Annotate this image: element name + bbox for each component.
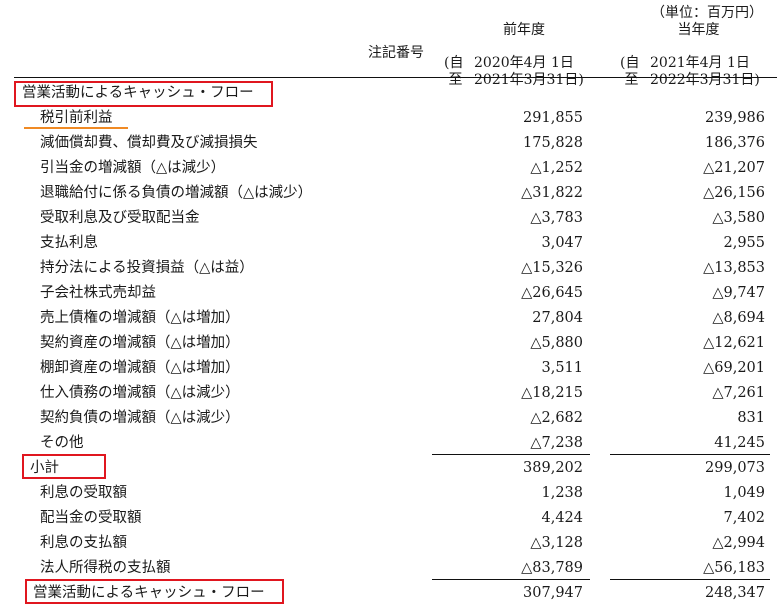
prior-year-value: △83,789 <box>521 560 583 576</box>
prior-year-value: 3,511 <box>541 360 583 376</box>
prior-year-title: 前年度 <box>503 22 545 38</box>
row-label: 棚卸資産の増減額（△は増加） <box>40 360 240 376</box>
prior-year-value: △18,215 <box>521 385 583 401</box>
row-label: 引当金の増減額（△は減少） <box>40 160 226 176</box>
current-year-value: 186,376 <box>705 135 765 151</box>
prior-year-value: 3,047 <box>541 235 583 251</box>
current-year-value: △26,156 <box>703 185 765 201</box>
prior-year-value: 389,202 <box>523 460 583 476</box>
table-row: 持分法による投資損益（△は益） △15,326 △13,853 <box>0 256 777 281</box>
pretax-profit-underline <box>24 127 128 129</box>
row-label: 売上債権の増減額（△は増加） <box>40 310 240 326</box>
current-year-value: △7,261 <box>712 385 765 401</box>
prior-year-value: △31,822 <box>521 185 583 201</box>
subtotal-highlight <box>22 454 106 479</box>
table-row: 引当金の増減額（△は減少） △1,252 △21,207 <box>0 156 777 181</box>
prior-year-value: 291,855 <box>523 110 583 126</box>
current-open: (自 <box>620 54 640 71</box>
row-label: 受取利息及び受取配当金 <box>40 210 200 226</box>
table-row: 利息の受取額 1,238 1,049 <box>0 481 777 506</box>
current-year-value: 2,955 <box>723 235 765 251</box>
current-year-value: △9,747 <box>712 285 765 301</box>
table-row: 減価償却費、償却費及び減損損失 175,828 186,376 <box>0 131 777 156</box>
prior-year-value: 175,828 <box>523 135 583 151</box>
prior-year-value: 27,804 <box>532 310 583 326</box>
prior-year-header: 前年度 (自 至 2020年4月 1日 2021年3月31日) <box>444 22 604 88</box>
prior-open: (自 <box>444 54 464 71</box>
row-label: 支払利息 <box>40 235 98 251</box>
table-row: 小計 389,202 299,073 <box>0 456 777 481</box>
table-row: 仕入債務の増減額（△は減少） △18,215 △7,261 <box>0 381 777 406</box>
row-label: 退職給付に係る負債の増減額（△は減少） <box>40 185 313 201</box>
table-row: 子会社株式売却益 △26,645 △9,747 <box>0 281 777 306</box>
table-row: 配当金の受取額 4,424 7,402 <box>0 506 777 531</box>
table-row: 契約資産の増減額（△は増加） △5,880 △12,621 <box>0 331 777 356</box>
prior-year-value: △2,682 <box>530 410 583 426</box>
current-year-value: △12,621 <box>703 335 765 351</box>
current-year-value: 7,402 <box>723 510 765 526</box>
row-label: 子会社株式売却益 <box>40 285 156 301</box>
current-year-value: 239,986 <box>705 110 765 126</box>
current-year-value: 299,073 <box>705 460 765 476</box>
prior-year-value: △1,252 <box>530 160 583 176</box>
row-label: 仕入債務の増減額（△は減少） <box>40 385 240 401</box>
prior-year-value: 4,424 <box>541 510 583 526</box>
current-year-value: △69,201 <box>703 360 765 376</box>
table-row: 契約負債の増減額（△は減少） △2,682 831 <box>0 406 777 431</box>
row-label: 契約負債の増減額（△は減少） <box>40 410 240 426</box>
header-rule <box>14 77 777 78</box>
row-label: 利息の支払額 <box>40 535 127 551</box>
section-title-highlight <box>14 81 273 107</box>
table-row: 売上債権の増減額（△は増加） 27,804 △8,694 <box>0 306 777 331</box>
table-row: 法人所得税の支払額 △83,789 △56,183 <box>0 556 777 581</box>
prior-year-value: △26,645 <box>521 285 583 301</box>
row-label: 持分法による投資損益（△は益） <box>40 260 254 276</box>
row-label: 配当金の受取額 <box>40 510 142 526</box>
prior-year-value: △3,783 <box>530 210 583 226</box>
current-year-value: 1,049 <box>723 485 765 501</box>
row-label: 減価償却費、償却費及び減損損失 <box>40 135 258 151</box>
note-number-header: 注記番号 <box>368 45 424 61</box>
row-label: 契約資産の増減額（△は増加） <box>40 335 240 351</box>
operating-cf-highlight <box>25 579 284 604</box>
current-year-value: △13,853 <box>703 260 765 276</box>
current-subtotal-rule <box>610 454 770 455</box>
current-year-value: △2,994 <box>712 535 765 551</box>
prior-year-value: △15,326 <box>521 260 583 276</box>
table-row: 棚卸資産の増減額（△は増加） 3,511 △69,201 <box>0 356 777 381</box>
current-year-title: 当年度 <box>677 22 720 38</box>
current-from: 2021年4月 1日 <box>650 54 750 71</box>
prior-year-value: △3,128 <box>530 535 583 551</box>
table-row: 支払利息 3,047 2,955 <box>0 231 777 256</box>
table-row: 利息の支払額 △3,128 △2,994 <box>0 531 777 556</box>
table-row: 退職給付に係る負債の増減額（△は減少） △31,822 △26,156 <box>0 181 777 206</box>
current-year-value: △3,580 <box>712 210 765 226</box>
unit-label: （単位：百万円） <box>651 5 763 21</box>
current-year-value: 248,347 <box>705 585 765 601</box>
prior-from: 2020年4月 1日 <box>474 54 574 71</box>
table-row: 受取利息及び受取配当金 △3,783 △3,580 <box>0 206 777 231</box>
table-header: 注記番号 前年度 (自 至 2020年4月 1日 2021年3月31日) 当年度 … <box>0 22 777 88</box>
table-row: その他 △7,238 41,245 <box>0 431 777 456</box>
prior-year-value: 307,947 <box>523 585 583 601</box>
prior-total-rule <box>432 579 590 580</box>
row-label: 法人所得税の支払額 <box>40 560 171 576</box>
current-year-value: 831 <box>737 410 765 426</box>
current-year-header: 当年度 (自 至 2021年4月 1日 2022年3月31日) <box>620 22 777 88</box>
current-year-value: 41,245 <box>714 435 765 451</box>
prior-year-value: △5,880 <box>530 335 583 351</box>
prior-year-value: △7,238 <box>530 435 583 451</box>
row-label: その他 <box>40 435 84 451</box>
row-label: 利息の受取額 <box>40 485 127 501</box>
current-total-rule <box>610 579 770 580</box>
current-year-value: △21,207 <box>703 160 765 176</box>
current-year-value: △56,183 <box>703 560 765 576</box>
current-year-value: △8,694 <box>712 310 765 326</box>
prior-year-value: 1,238 <box>541 485 583 501</box>
prior-subtotal-rule <box>432 454 590 455</box>
